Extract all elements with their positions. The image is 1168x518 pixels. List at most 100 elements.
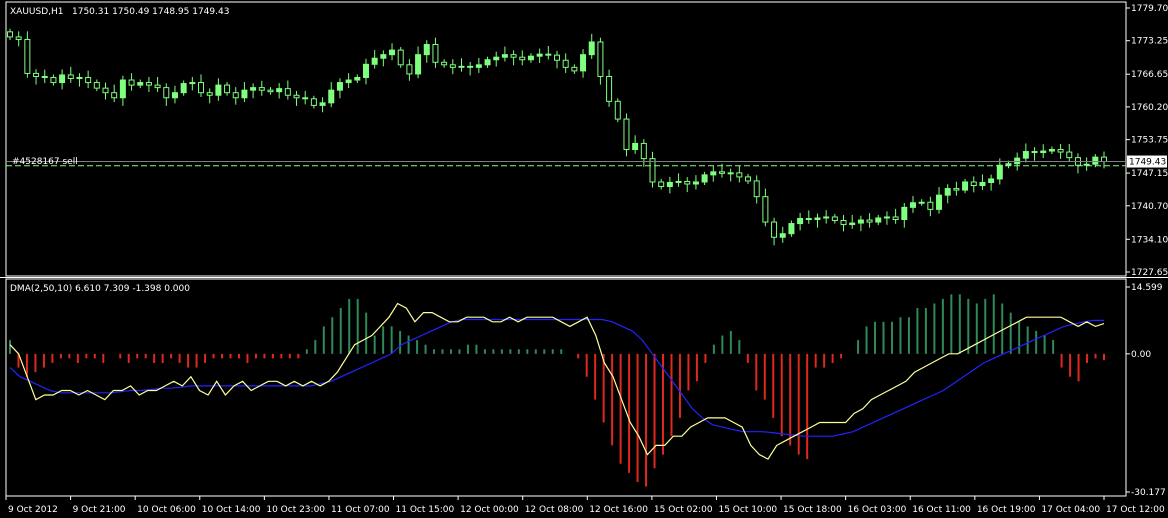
price-tick-label: 1734.10 <box>1131 235 1168 245</box>
candle-body <box>41 75 48 78</box>
candle-body <box>597 41 604 77</box>
time-tick-label: 15 Oct 10:00 <box>718 505 777 515</box>
candle-body <box>909 202 916 208</box>
candle-body <box>510 54 517 58</box>
candle-body <box>154 84 161 89</box>
price-tick-label: 1766.65 <box>1131 70 1168 80</box>
price-tick-label: 1773.25 <box>1131 37 1168 47</box>
time-tick-label: 11 Oct 07:00 <box>331 505 390 515</box>
candle-body <box>484 59 491 66</box>
candle-body <box>441 61 448 66</box>
candle-body <box>614 100 621 120</box>
candle-body <box>163 87 170 99</box>
candle-body <box>727 172 734 175</box>
candle-body <box>623 118 630 151</box>
candle-body <box>779 233 786 238</box>
candle-body <box>571 66 578 72</box>
time-tick-label: 15 Oct 02:00 <box>654 505 713 515</box>
candle-body <box>189 82 196 85</box>
candle-body <box>1092 156 1099 165</box>
time-tick-label: 16 Oct 11:00 <box>912 505 971 515</box>
candle-body <box>111 92 118 99</box>
candle-body <box>892 216 899 221</box>
candle-body <box>944 188 951 196</box>
time-tick-label: 9 Oct 21:00 <box>73 505 126 515</box>
candle-body <box>15 36 22 40</box>
dma-line <box>9 302 1105 460</box>
candle-body <box>93 82 100 89</box>
candle-body <box>666 181 673 188</box>
candle-body <box>640 142 647 160</box>
indicator-tick-label: -30.177 <box>1131 488 1166 498</box>
time-tick-label: 16 Oct 03:00 <box>848 505 907 515</box>
candle-body <box>849 222 856 226</box>
candle-body <box>918 201 925 204</box>
signal-line <box>9 318 1104 437</box>
candle-body <box>397 49 404 66</box>
candle-body <box>284 88 291 96</box>
candle-body <box>1048 149 1055 152</box>
candle-body <box>501 54 508 58</box>
candle-body <box>475 64 482 68</box>
candle-body <box>67 74 74 80</box>
candle-body <box>310 98 317 106</box>
candle-body <box>171 92 178 99</box>
price-tick-label: 1760.20 <box>1131 103 1168 113</box>
time-tick-label: 16 Oct 19:00 <box>977 505 1036 515</box>
candle-body <box>927 201 934 210</box>
candle-body <box>580 54 587 72</box>
candle-body <box>206 92 213 96</box>
candle-body <box>1083 163 1090 166</box>
candle-body <box>562 59 569 68</box>
price-tick-label: 1779.70 <box>1131 4 1168 14</box>
time-tick-label: 15 Oct 18:00 <box>783 505 842 515</box>
candle-body <box>788 223 795 235</box>
price-tick-label: 1753.75 <box>1131 136 1168 146</box>
candle-body <box>336 82 343 91</box>
candle-body <box>970 181 977 187</box>
candle-body <box>362 63 369 78</box>
candle-body <box>519 56 526 61</box>
candle-body <box>319 102 326 106</box>
candle-body <box>354 76 361 81</box>
indicator-label: DMA(2,50,10) 6.610 7.309 -1.398 0.000 <box>10 284 190 294</box>
candle-body <box>745 176 752 182</box>
candle-body <box>423 44 430 56</box>
candle-body <box>718 171 725 174</box>
candle-body <box>805 217 812 221</box>
time-tick-label: 10 Oct 14:00 <box>202 505 261 515</box>
candle-body <box>1066 151 1073 159</box>
candle-body <box>857 219 864 224</box>
current-price-label: 1749.43 <box>1129 158 1166 168</box>
candle-body <box>936 194 943 210</box>
candle-body <box>901 206 908 221</box>
candle-body <box>102 87 109 94</box>
candle-body <box>684 180 691 185</box>
candle-body <box>406 64 413 75</box>
candle-body <box>371 57 378 65</box>
candle-body <box>1005 163 1012 166</box>
order-label[interactable]: #4528167 sell <box>12 157 78 167</box>
price-tick-label: 1727.65 <box>1131 268 1168 278</box>
candle-body <box>1031 151 1038 154</box>
candle-body <box>24 38 31 74</box>
candle-body <box>241 89 248 99</box>
candle-body <box>953 188 960 191</box>
candle-body <box>866 219 873 223</box>
candle-body <box>1040 150 1047 154</box>
candle-body <box>493 56 500 61</box>
candle-body <box>883 216 890 219</box>
candle-body <box>119 79 126 99</box>
candle-body <box>649 158 656 183</box>
candle-body <box>527 55 534 61</box>
candle-body <box>328 89 335 104</box>
candle-body <box>710 171 717 176</box>
candle-body <box>380 54 387 59</box>
candle-body <box>736 172 743 178</box>
candle-body <box>258 87 265 91</box>
candle-body <box>545 53 552 56</box>
candle-body <box>7 31 13 38</box>
candle-body <box>137 82 144 86</box>
candle-body <box>302 97 309 100</box>
chart-canvas: 1779.70 1773.25 1766.65 1760.20 1753.75 1747.… <box>0 1 1168 515</box>
